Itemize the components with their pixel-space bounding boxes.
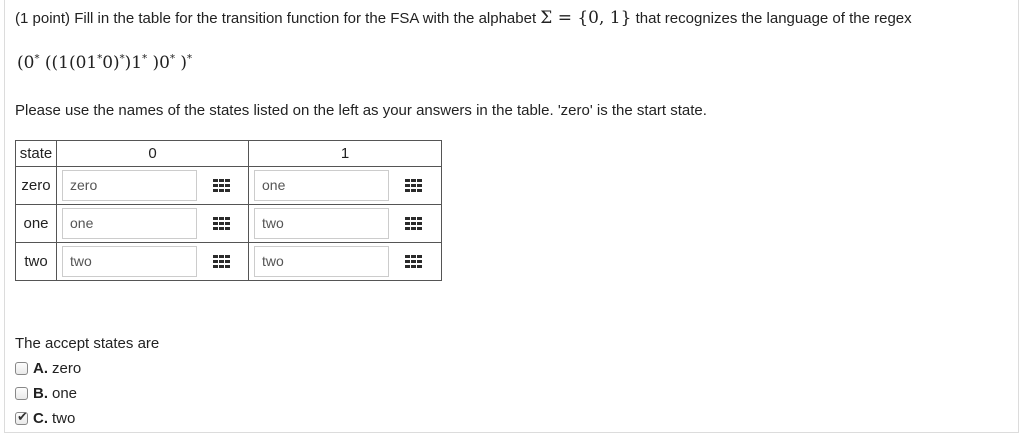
keypad-grid-icon[interactable] xyxy=(405,255,422,268)
header-symbol-1: 1 xyxy=(248,140,442,167)
transition-cell: two xyxy=(248,242,442,281)
table-header-row: state 0 1 xyxy=(15,140,442,167)
option-b[interactable]: B. one xyxy=(15,385,77,402)
transition-cell: two xyxy=(248,204,442,243)
option-a[interactable]: A. zero xyxy=(15,360,81,377)
option-label: one xyxy=(52,385,78,402)
option-letter: C. xyxy=(33,410,48,427)
state-label: zero xyxy=(15,166,57,205)
option-label: two xyxy=(52,410,76,427)
keypad-grid-icon[interactable] xyxy=(405,217,422,230)
table-row: two two two xyxy=(15,242,442,281)
regex-part: )0 xyxy=(147,53,170,73)
table-row: one one two xyxy=(15,204,442,243)
checkbox-c[interactable]: ✔ xyxy=(15,410,28,425)
regex-expression: (0* ((1(01*0)*)1* )0* )* xyxy=(17,53,192,73)
header-state: state xyxy=(15,140,57,167)
accept-states-prompt: The accept states are xyxy=(15,335,160,352)
regex-star: * xyxy=(187,53,193,65)
transition-cell: one xyxy=(248,166,442,205)
transition-cell: zero xyxy=(56,166,249,205)
checkbox-b[interactable] xyxy=(15,387,28,400)
option-letter: B. xyxy=(33,385,48,402)
option-letter: A. xyxy=(33,360,48,377)
regex-part: ) xyxy=(174,53,188,73)
keypad-grid-icon[interactable] xyxy=(213,217,230,230)
answer-input[interactable]: zero xyxy=(62,170,197,201)
transition-cell: one xyxy=(56,204,249,243)
keypad-grid-icon[interactable] xyxy=(405,179,422,192)
answer-input[interactable]: one xyxy=(62,208,197,239)
question-prefix: (1 point) Fill in the table for the tran… xyxy=(15,10,541,27)
answer-input[interactable]: two xyxy=(254,208,389,239)
answer-input[interactable]: one xyxy=(254,170,389,201)
option-label: zero xyxy=(52,360,82,377)
state-label: one xyxy=(15,204,57,243)
keypad-grid-icon[interactable] xyxy=(213,255,230,268)
checkbox-a[interactable] xyxy=(15,362,28,375)
question-text: (1 point) Fill in the table for the tran… xyxy=(15,8,912,28)
answer-input[interactable]: two xyxy=(62,246,197,277)
regex-part: 0) xyxy=(102,53,120,73)
table-row: zero zero one xyxy=(15,166,442,205)
regex-part: (0 xyxy=(17,53,35,73)
state-label: two xyxy=(15,242,57,281)
alphabet-math: Σ = {0, 1} xyxy=(540,8,632,28)
header-symbol-0: 0 xyxy=(56,140,249,167)
transition-cell: two xyxy=(56,242,249,281)
checkmark-icon: ✔ xyxy=(17,410,28,425)
option-c[interactable]: ✔ C. two xyxy=(15,410,75,427)
instruction-text: Please use the names of the states liste… xyxy=(15,102,707,119)
keypad-grid-icon[interactable] xyxy=(213,179,230,192)
question-suffix: that recognizes the language of the rege… xyxy=(631,10,912,27)
regex-part: ((1(01 xyxy=(39,53,98,73)
regex-part: )1 xyxy=(124,53,143,73)
answer-input[interactable]: two xyxy=(254,246,389,277)
transition-table: state 0 1 zero zero one one one two two … xyxy=(15,140,442,281)
